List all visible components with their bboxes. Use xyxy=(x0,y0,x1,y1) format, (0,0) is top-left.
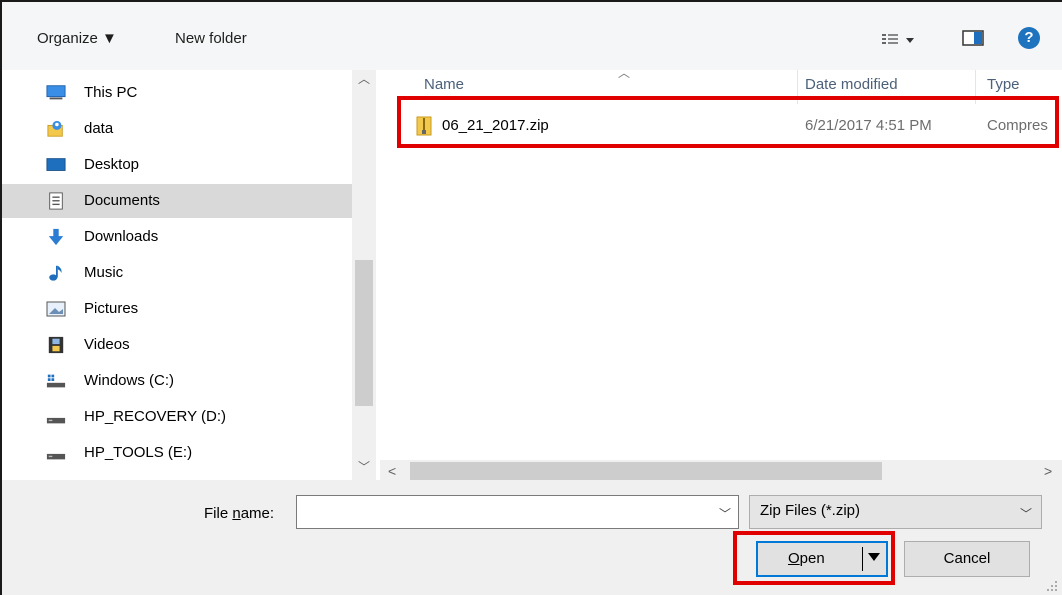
help-button[interactable]: ? xyxy=(1018,27,1040,49)
documents-icon xyxy=(49,192,63,210)
nav-label: Downloads xyxy=(84,228,159,245)
drive-icon xyxy=(46,453,66,460)
nav-item-data[interactable]: data xyxy=(22,112,352,146)
nav-label: Videos xyxy=(84,336,130,353)
nav-label: Music xyxy=(84,264,124,281)
windows-drive-icon xyxy=(46,374,66,388)
column-header-type[interactable]: Type xyxy=(987,72,1020,98)
nav-vertical-scrollbar[interactable]: ︿ ﹀ xyxy=(352,70,376,480)
command-bar: Organize ▼ New folder ? xyxy=(2,2,1062,70)
computer-icon xyxy=(46,85,66,100)
highlight-box-open xyxy=(733,531,895,585)
nav-item-documents[interactable]: Documents xyxy=(2,184,352,218)
view-options-button[interactable] xyxy=(880,28,920,50)
nav-item-videos[interactable]: Videos xyxy=(22,328,352,362)
music-note-icon xyxy=(49,265,62,281)
horizontal-scroll-thumb[interactable] xyxy=(410,462,882,480)
file-name-label-text: ame: xyxy=(240,505,275,522)
nav-label: Documents xyxy=(84,192,160,209)
file-list-horizontal-scrollbar[interactable]: < > xyxy=(380,460,1062,482)
preview-pane-button[interactable] xyxy=(962,30,986,48)
nav-label: data xyxy=(84,120,114,137)
nav-label: This PC xyxy=(84,84,138,101)
drive-icon xyxy=(46,417,66,424)
nav-item-pictures[interactable]: Pictures xyxy=(22,292,352,326)
file-type-value: Zip Files (*.zip) xyxy=(760,502,861,519)
nav-scroll-thumb[interactable] xyxy=(355,260,373,406)
file-name-label-accel: n xyxy=(232,505,241,522)
navigation-pane[interactable]: This PC data Desktop Documents Downloads xyxy=(2,70,380,480)
nav-label: Windows (C:) xyxy=(84,372,175,389)
file-type-select[interactable]: Zip Files (*.zip) ﹀ xyxy=(749,495,1042,529)
pictures-icon xyxy=(46,301,66,317)
column-header-date-modified[interactable]: Date modified xyxy=(805,72,898,98)
file-name-label: File name: xyxy=(204,503,274,525)
preview-pane-icon xyxy=(962,30,984,46)
desktop-icon xyxy=(46,158,66,171)
scroll-left-icon[interactable]: < xyxy=(388,460,396,482)
nav-label: Desktop xyxy=(84,156,140,173)
column-header-name[interactable]: Name xyxy=(424,72,464,98)
scroll-down-icon[interactable]: ﹀ xyxy=(352,458,376,475)
cancel-button[interactable]: Cancel xyxy=(904,541,1030,577)
nav-label: HP_TOOLS (E:) xyxy=(84,444,193,461)
file-name-combo[interactable]: ﹀ xyxy=(296,495,739,529)
file-name-label-text: File xyxy=(204,505,233,522)
chevron-down-icon[interactable]: ﹀ xyxy=(719,505,731,522)
nav-item-windows-c[interactable]: Windows (C:) xyxy=(22,364,352,398)
scroll-right-icon[interactable]: > xyxy=(1044,460,1052,482)
scroll-up-icon[interactable]: ︿ xyxy=(352,70,376,87)
nav-item-hp-recovery[interactable]: HP_RECOVERY (D:) xyxy=(22,400,352,434)
nav-item-desktop[interactable]: Desktop xyxy=(22,148,352,182)
view-options-icon xyxy=(882,34,914,44)
nav-item-downloads[interactable]: Downloads xyxy=(22,220,352,254)
resize-grip-icon[interactable] xyxy=(1046,580,1058,592)
sort-ascending-icon: ︿ xyxy=(618,70,631,80)
file-name-input[interactable] xyxy=(301,500,705,526)
cancel-button-label: Cancel xyxy=(943,550,991,567)
chevron-down-icon: ﹀ xyxy=(1020,507,1033,521)
user-folder-icon xyxy=(47,120,63,137)
organize-button[interactable]: Organize ▼ xyxy=(37,28,117,50)
download-arrow-icon xyxy=(48,228,64,246)
highlight-box-file xyxy=(397,96,1059,148)
nav-label: Pictures xyxy=(84,300,139,317)
new-folder-button[interactable]: New folder xyxy=(175,28,247,50)
help-icon: ? xyxy=(1024,29,1034,46)
nav-item-hp-tools[interactable]: HP_TOOLS (E:) xyxy=(22,436,352,470)
nav-item-this-pc[interactable]: This PC xyxy=(22,76,352,110)
nav-label: HP_RECOVERY (D:) xyxy=(84,408,226,425)
nav-item-music[interactable]: Music xyxy=(22,256,352,290)
film-icon xyxy=(48,336,64,354)
